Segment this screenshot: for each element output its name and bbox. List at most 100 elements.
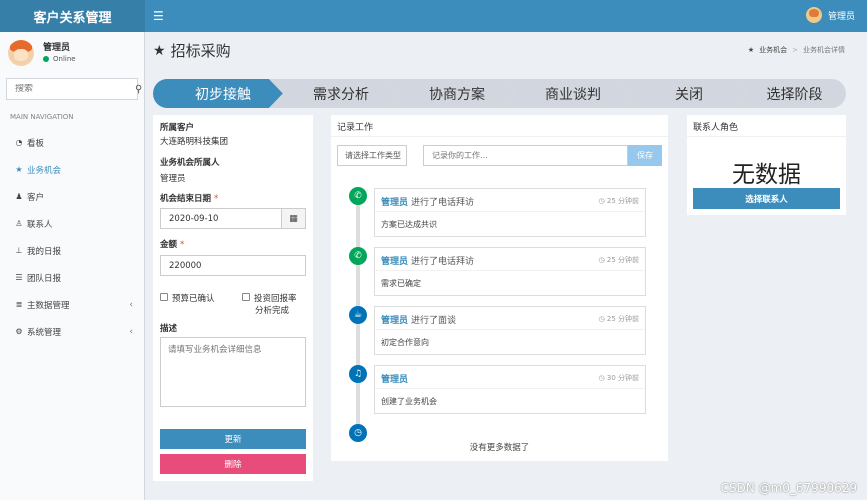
timeline-user[interactable]: 管理员 [381, 316, 408, 326]
timeline-time-text: 30 分钟前 [607, 374, 639, 382]
star-icon: ★ [153, 43, 166, 59]
timeline-user[interactable]: 管理员 [381, 257, 408, 267]
user-menu[interactable]: 管理员 [806, 7, 855, 23]
delete-button[interactable]: 删除 [160, 454, 306, 474]
search-icon[interactable]: ⚲ [135, 84, 142, 95]
phone-icon: ✆ [349, 187, 367, 205]
timeline-head: 管理员进行了面谈 [381, 313, 456, 326]
calendar-icon[interactable]: ▦ [281, 209, 305, 228]
clock-icon: ◷ [349, 424, 367, 442]
checkbox-box[interactable] [242, 293, 250, 301]
chevron-left-icon: ‹ [129, 300, 133, 310]
dashboard-icon: ◔ [13, 138, 25, 147]
divider [375, 211, 645, 212]
sidebar-item-label: 主数据管理 [27, 299, 70, 311]
watermark: CSDN @m0_67990629 [721, 481, 857, 495]
timeline-item: 管理员进行了面谈 ◷ 25 分钟前 初定合作意向 [374, 306, 646, 355]
customer-label: 所属客户 [160, 121, 194, 133]
sidebar-item-contacts[interactable]: ♙ 联系人 [0, 210, 145, 237]
sidebar-item-my-daily[interactable]: ⊥ 我的日报 [0, 237, 145, 264]
stage-initial-contact[interactable]: 初步接触 [167, 79, 279, 108]
sidebar-item-opportunities[interactable]: ★ 业务机会 [0, 156, 145, 183]
sidebar-item-label: 看板 [27, 137, 44, 149]
stage-select[interactable]: 选择阶段 [747, 79, 842, 108]
online-dot-icon [43, 56, 49, 62]
amount-label: 金额 * [160, 238, 184, 250]
contact-roles-title: 联系人角色 [693, 120, 738, 133]
roi-label-line2: 分析完成 [254, 306, 289, 316]
timeline-time-text: 25 分钟前 [607, 256, 639, 264]
roi-analysis-label: 投资回报率分析完成 [254, 292, 297, 316]
required-mark: * [180, 240, 184, 250]
roi-label-line1: 投资回报率 [254, 294, 297, 304]
stage-needs-analysis[interactable]: 需求分析 [283, 79, 399, 108]
app-logo-title[interactable]: 客户关系管理 [0, 0, 145, 32]
sidebar-item-dashboard[interactable]: ◔ 看板 [0, 129, 145, 156]
stage-business-negotiation[interactable]: 商业谈判 [515, 79, 631, 108]
divider [331, 136, 668, 137]
stage-negotiate-plan[interactable]: 协商方案 [399, 79, 515, 108]
sidebar-item-system[interactable]: ⚙ 系统管理 ‹ [0, 318, 145, 345]
menu-icon[interactable]: ☰ [153, 9, 164, 23]
end-date-label-text: 机会结束日期 [160, 194, 211, 204]
divider [687, 136, 846, 137]
contact-roles-panel: 联系人角色 无数据 选择联系人 [687, 115, 846, 215]
avatar [8, 40, 34, 66]
sidebar-item-customers[interactable]: ♟ 客户 [0, 183, 145, 210]
budget-confirmed-label: 预算已确认 [172, 292, 215, 304]
end-date-input[interactable] [161, 209, 281, 228]
breadcrumb-root[interactable]: 业务机会 [759, 45, 787, 55]
bell-icon: ♫ [349, 365, 367, 383]
amount-input[interactable] [160, 255, 306, 276]
timeline-time: ◷ 30 分钟前 [599, 373, 639, 383]
timeline-item: 管理员进行了电话拜访 ◷ 25 分钟前 需求已确定 [374, 247, 646, 296]
phone-icon: ✆ [349, 247, 367, 265]
sidebar-item-label: 联系人 [27, 218, 53, 230]
nav-header: MAIN NAVIGATION [10, 113, 74, 121]
sidebar-item-label: 业务机会 [27, 164, 61, 176]
timeline-head: 管理员进行了电话拜访 [381, 195, 474, 208]
divider [375, 388, 645, 389]
user-status-text: Online [53, 55, 76, 63]
timeline-user[interactable]: 管理员 [381, 375, 408, 385]
budget-confirmed-checkbox[interactable]: 预算已确认 [160, 292, 215, 304]
work-type-select[interactable]: 请选择工作类型 [337, 145, 407, 166]
timeline-time-text: 25 分钟前 [607, 315, 639, 323]
chevron-left-icon: ‹ [129, 327, 133, 337]
sidebar-item-team-daily[interactable]: ☰ 团队日报 [0, 264, 145, 291]
customer-value: 大连路明科技集团 [160, 135, 228, 147]
sidebar-item-label: 客户 [27, 191, 44, 203]
roi-analysis-checkbox[interactable]: 投资回报率分析完成 [242, 292, 297, 316]
stage-progress: 初步接触 需求分析 协商方案 商业谈判 关闭 选择阶段 [153, 79, 846, 108]
required-mark: * [214, 194, 218, 204]
timeline-item: 管理员进行了电话拜访 ◷ 25 分钟前 方案已达成共识 [374, 188, 646, 237]
no-more-data: 没有更多数据了 [331, 441, 668, 453]
coffee-icon: ☕ [349, 306, 367, 324]
timeline-body: 需求已确定 [381, 278, 421, 289]
gears-icon: ⚙ [13, 327, 25, 336]
database-icon: ≣ [13, 300, 25, 309]
worklog-input[interactable] [423, 145, 628, 166]
description-textarea[interactable] [160, 337, 306, 407]
timeline-action: 进行了面谈 [411, 316, 456, 326]
empty-state: 无数据 [687, 155, 846, 189]
breadcrumb: ★ 业务机会 > 业务机会详情 [748, 45, 845, 55]
opportunity-form: 所属客户 大连路明科技集团 业务机会所属人 管理员 机会结束日期 * ▦ 金额 … [153, 115, 313, 481]
save-button[interactable]: 保存 [628, 145, 662, 166]
clock-icon: ◷ [599, 374, 605, 382]
select-contact-button[interactable]: 选择联系人 [693, 188, 840, 209]
timeline-user[interactable]: 管理员 [381, 198, 408, 208]
search-input[interactable] [7, 84, 135, 94]
clock-icon: ◷ [599, 256, 605, 264]
timeline-action: 进行了电话拜访 [411, 257, 474, 267]
page-title-text: 招标采购 [171, 40, 231, 61]
user-status: Online [43, 55, 76, 63]
worklog-title: 记录工作 [337, 120, 373, 133]
sidebar-item-master-data[interactable]: ≣ 主数据管理 ‹ [0, 291, 145, 318]
sidebar-search: ⚲ [6, 78, 138, 100]
timeline-head: 管理员进行了电话拜访 [381, 254, 474, 267]
stage-close[interactable]: 关闭 [631, 79, 747, 108]
description-label: 描述 [160, 322, 177, 334]
checkbox-box[interactable] [160, 293, 168, 301]
update-button[interactable]: 更新 [160, 429, 306, 449]
